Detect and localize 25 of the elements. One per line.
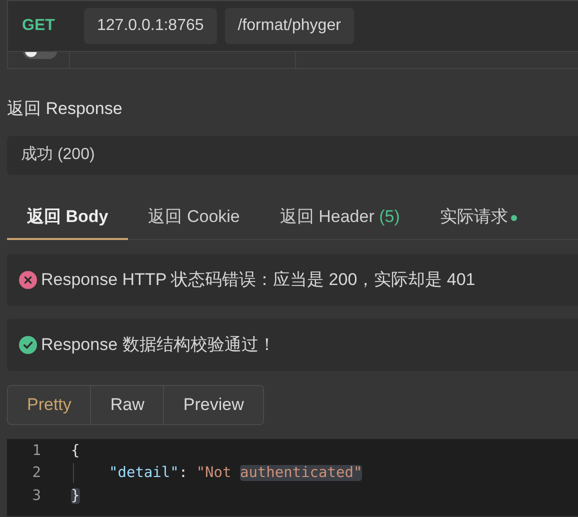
assertion-text: Response 数据结构校验通过！ [41, 334, 276, 356]
view-mode-button[interactable]: Preview [164, 386, 263, 424]
status-field[interactable]: 成功 (200) [7, 136, 578, 174]
tab[interactable]: 返回 Cookie [128, 196, 260, 240]
line-number: 3 [31, 486, 41, 506]
tab[interactable]: 返回 Header (5) [260, 196, 420, 240]
code-token: authenticated" [240, 465, 362, 482]
code-token: { [71, 442, 80, 459]
check-circle-icon [19, 336, 37, 354]
code-token: } [71, 488, 80, 504]
section-label: 返回 Response [7, 98, 124, 120]
tab[interactable]: 实际请求 [420, 196, 537, 240]
line-number: 2 [31, 464, 41, 484]
line-number: 1 [31, 442, 41, 461]
view-mode-button[interactable]: Pretty [8, 386, 92, 424]
code-token: : [178, 465, 189, 482]
code-token: "detail" [109, 465, 179, 482]
method-label[interactable]: GET [22, 14, 76, 38]
code-token: "Not [196, 465, 232, 482]
tab[interactable]: 返回 Body [7, 196, 128, 240]
path-field[interactable]: /format/phyger [224, 8, 354, 44]
view-mode-button[interactable]: Raw [91, 386, 164, 424]
error-circle-icon [19, 270, 37, 288]
host-field[interactable]: 127.0.0.1:8765 [84, 8, 217, 44]
assertion-text: Response HTTP 状态码错误：应当是 200，实际却是 401 [41, 268, 476, 291]
